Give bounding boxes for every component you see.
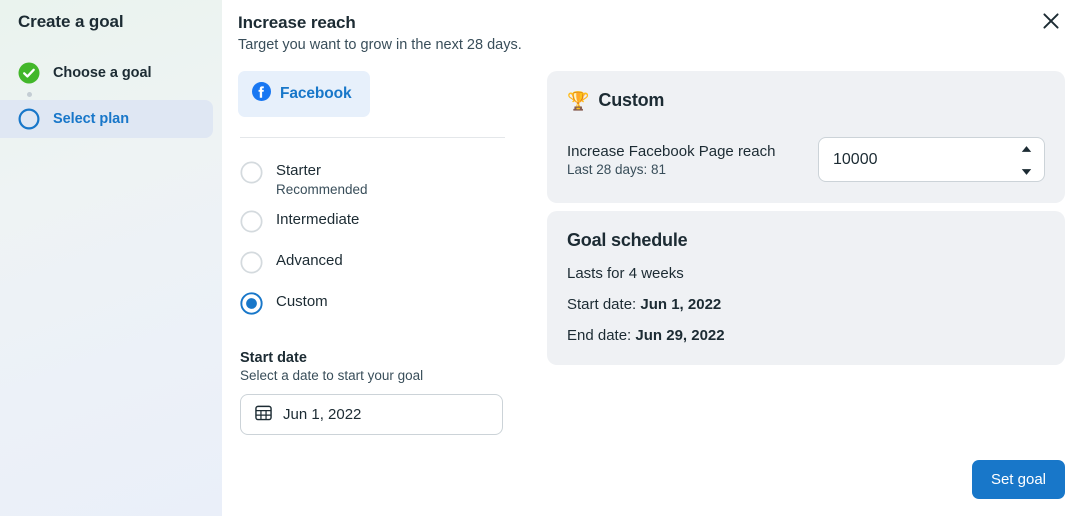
main-panel: Increase reach Target you want to grow i… (222, 0, 1080, 516)
tab-facebook[interactable]: Facebook (238, 71, 370, 117)
schedule-duration: Lasts for 4 weeks (567, 265, 684, 282)
metric-text: Increase Facebook Page reach Last 28 day… (567, 143, 775, 177)
step-list: Choose a goal Select plan (0, 54, 222, 138)
sidebar: Create a goal Choose a goal Select plan (0, 0, 222, 516)
radio-label: Advanced (276, 252, 343, 269)
start-date-subtitle: Select a date to start your goal (240, 368, 424, 383)
radio-unchecked-icon (240, 161, 263, 189)
sidebar-step-choose-a-goal[interactable]: Choose a goal (0, 54, 213, 92)
radio-unchecked-icon (240, 210, 263, 238)
page-title: Increase reach (238, 13, 356, 32)
radio-unchecked-icon (240, 251, 263, 279)
radio-label: Starter (276, 162, 322, 179)
start-date-section: Start date Select a date to start your g… (238, 350, 528, 435)
page-subtitle: Target you want to grow in the next 28 d… (238, 37, 522, 53)
metric-sublabel: Last 28 days: 81 (567, 161, 667, 177)
tab-facebook-label: Facebook (280, 85, 352, 102)
schedule-start-value: Jun 1, 2022 (640, 296, 722, 313)
sidebar-step-select-plan[interactable]: Select plan (0, 100, 213, 138)
start-date-title: Start date (240, 350, 307, 366)
check-circle-icon (18, 62, 40, 84)
stepper-up-icon[interactable] (1021, 139, 1032, 157)
custom-card-header: 🏆 Custom (567, 90, 1045, 111)
plan-radio-group: Starter Recommended Intermediate Advance… (238, 160, 528, 320)
schedule-start-label: Start date: (567, 296, 641, 313)
radio-option-starter[interactable]: Starter Recommended (240, 160, 528, 197)
radio-label: Custom (276, 293, 328, 310)
step-connector-wrap (0, 92, 222, 100)
schedule-end-label: End date: (567, 327, 636, 344)
sidebar-step-label: Select plan (53, 111, 130, 127)
content-columns: Facebook Starter Recommended Intermediat… (222, 71, 1080, 435)
schedule-end-date: End date: Jun 29, 2022 (567, 327, 1045, 344)
radio-option-text: Advanced (276, 250, 343, 270)
radio-option-text: Starter Recommended (276, 160, 368, 197)
schedule-end-value: Jun 29, 2022 (635, 327, 725, 344)
radio-label: Intermediate (276, 211, 360, 228)
sidebar-step-label: Choose a goal (53, 65, 152, 81)
target-value: 10000 (833, 150, 878, 168)
metric-name: Increase Facebook Page reach (567, 142, 776, 160)
radio-option-custom[interactable]: Custom (240, 291, 528, 320)
number-stepper[interactable] (1021, 139, 1032, 180)
trophy-icon: 🏆 (567, 90, 590, 111)
facebook-icon (252, 82, 271, 106)
goal-schedule-card: Goal schedule Lasts for 4 weeks Start da… (547, 211, 1065, 365)
radio-sublabel: Recommended (276, 182, 368, 197)
step-connector-dot (27, 92, 32, 97)
stepper-down-icon[interactable] (1021, 162, 1032, 180)
target-value-input[interactable]: 10000 (818, 137, 1045, 182)
radio-option-intermediate[interactable]: Intermediate (240, 209, 528, 238)
metric-row: Increase Facebook Page reach Last 28 day… (567, 137, 1045, 182)
radio-option-text: Custom (276, 291, 328, 311)
schedule-card-title: Goal schedule (567, 230, 688, 250)
radio-checked-icon (240, 292, 263, 320)
custom-goal-card: 🏆 Custom Increase Facebook Page reach La… (547, 71, 1065, 203)
calendar-icon (255, 404, 272, 426)
start-date-value: Jun 1, 2022 (283, 406, 362, 423)
plan-column: Facebook Starter Recommended Intermediat… (238, 71, 528, 435)
start-date-input[interactable]: Jun 1, 2022 (240, 394, 503, 435)
radio-option-advanced[interactable]: Advanced (240, 250, 528, 279)
divider (240, 137, 505, 138)
custom-card-title: Custom (598, 90, 665, 110)
close-icon[interactable] (1038, 8, 1064, 34)
radio-option-text: Intermediate (276, 209, 359, 229)
summary-column: 🏆 Custom Increase Facebook Page reach La… (528, 71, 1080, 435)
set-goal-button[interactable]: Set goal (971, 460, 1065, 499)
circle-outline-icon (18, 108, 40, 130)
schedule-start-date: Start date: Jun 1, 2022 (567, 296, 1045, 313)
page-header: Increase reach Target you want to grow i… (222, 10, 1080, 53)
sidebar-title: Create a goal (18, 12, 124, 31)
create-goal-dialog: Create a goal Choose a goal Select plan … (0, 0, 1080, 516)
